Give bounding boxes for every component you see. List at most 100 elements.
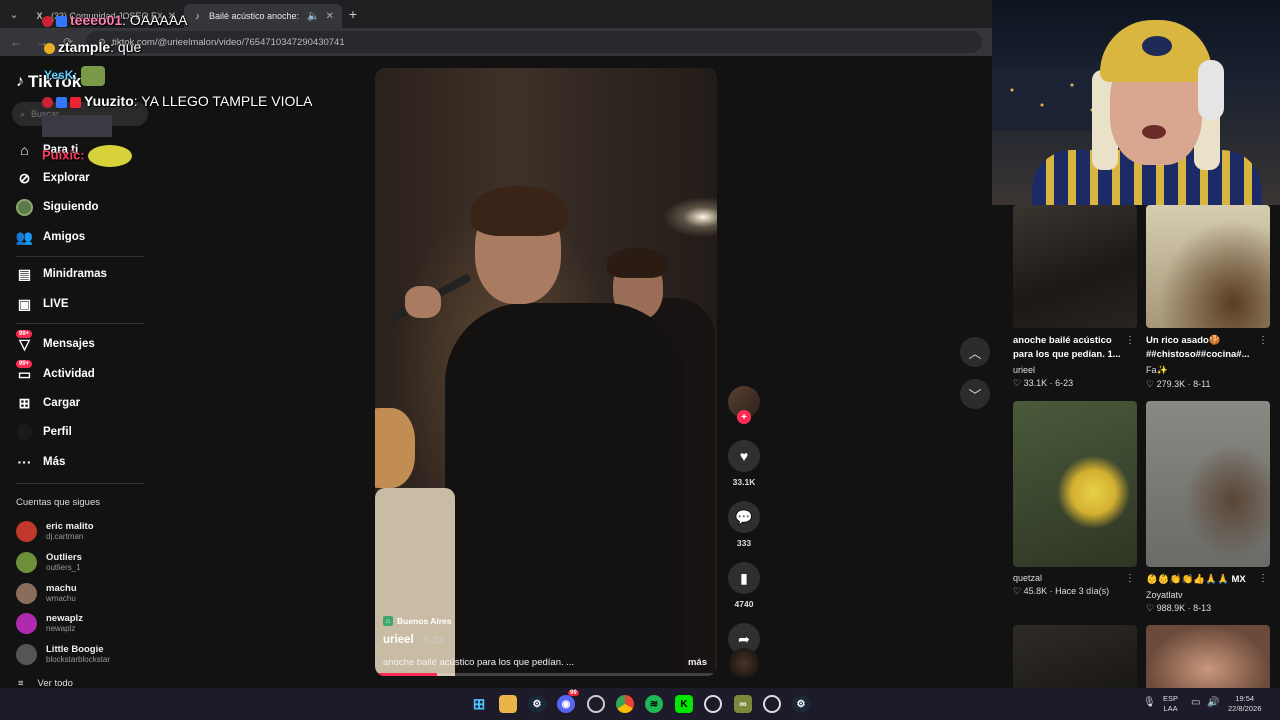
chat-message: teeeo01: OAAAAA [42,12,188,28]
video-meta: ♡ 45.8K · Hace 3 día(s) [1013,586,1110,596]
steam-icon[interactable]: ⚙ [528,695,546,713]
chat-message: YesK: [44,66,105,86]
save-count: 4740 [734,599,754,609]
emote-icon [42,115,112,137]
new-tab-button[interactable]: + [342,6,364,22]
like-count: 33.1K [1023,378,1048,388]
previous-video-button[interactable]: ︿ [960,337,990,367]
messages-icon: ▽ 99+ [16,329,33,353]
clock[interactable]: 19:54 22/8/2026 [1228,694,1261,714]
more-options-icon[interactable]: ⋮ [1258,335,1268,346]
chrome-icon[interactable] [616,695,634,713]
creator-avatar[interactable]: + [728,386,760,424]
location-tag[interactable]: ⌂ Buenos Aires [383,616,451,626]
following-account[interactable]: eric malito dj.cartman [16,518,146,544]
recommended-video[interactable]: ⋮ quetzal ♡ 45.8K · Hace 3 día(s) [1013,401,1137,597]
video-caption-row: anoche bailé acústico para los que pedía… [383,657,707,668]
emote-icon [88,145,133,167]
nav-cargar[interactable]: ⊞ Cargar [16,392,146,414]
music-disc-icon[interactable] [729,648,759,678]
recommended-video[interactable] [1146,625,1270,688]
avatar [16,643,37,665]
more-options-icon[interactable]: ⋮ [1258,573,1268,584]
video-player[interactable]: ⌂ Buenos Aires urieel · 6-23 anoche bail… [375,68,717,676]
video-title: Un rico asado🍪 ##chistoso##cocina#... [1146,335,1250,360]
following-account[interactable]: newaplz newaplz [16,610,146,636]
notification-badge: 99+ [16,359,33,368]
obs-icon[interactable] [587,695,605,713]
url-text: tiktok.com/@urieelmalon/video/7654710347… [112,36,345,48]
nav-mas[interactable]: ··· Más [16,451,146,473]
nav-explorar[interactable]: ⊘ Explorar [16,167,146,189]
following-account[interactable]: machu wmachu [16,580,146,606]
discord-icon[interactable]: ◉ 99 [557,690,579,713]
video-title: 👶👶👏👏👍🙏🙏 MX [1146,574,1246,585]
tab-title: Bailé acústico anoche: 1 mi [209,11,301,21]
close-icon[interactable]: ✕ [326,11,334,22]
tab-tiktok-video[interactable]: ♪ Bailé acústico anoche: 1 mi 🔈 ✕ [184,4,342,28]
chat-text: : YA LLEGO TAMPLE VIOLA [133,93,313,109]
kick-icon[interactable]: K [675,695,693,713]
windows-start-icon[interactable]: ⊞ [470,695,488,713]
chat-username: Puixic: [42,147,85,163]
streamer-mouth [1142,125,1166,139]
more-options-icon[interactable]: ⋮ [1125,573,1135,584]
app-c2-icon[interactable] [763,695,781,713]
account-handle: outliers_1 [46,562,81,572]
nav-minidramas[interactable]: ▤ Minidramas [16,263,146,285]
url-field[interactable]: ⚙ tiktok.com/@urieelmalon/video/76547103… [86,31,982,53]
follow-plus-icon[interactable]: + [737,410,751,424]
more-caption-button[interactable]: más [688,657,707,668]
recommended-video[interactable] [1013,625,1137,688]
back-arrow-icon[interactable]: ← [8,35,24,49]
chevron-down-icon: ﹀ [968,387,982,403]
video-author[interactable]: urieel [383,634,414,646]
lang-code: ESP [1163,694,1179,703]
recommended-video[interactable]: ⋮ anoche bailé acústico para los que ped… [1013,205,1137,389]
recommended-video[interactable]: ⋮ Un rico asado🍪 ##chistoso##cocina#... … [1146,205,1270,390]
nav-siguiendo[interactable]: Siguiendo [16,196,146,218]
nav-mensajes[interactable]: ▽ 99+ Mensajes [16,329,146,355]
video-meta: ♡ 279.3K · 8-11 [1146,379,1211,389]
like-button[interactable]: ♥ 33.1K [726,440,762,487]
friends-icon: 👥 [15,228,34,245]
comment-button[interactable]: 💬 333 [726,501,762,548]
desktop: ⌄ X (33) Comunidad JOSEO EXCLU ✕ ♪ Bailé… [0,0,1280,720]
profile-icon [16,424,33,441]
following-account[interactable]: Outliers outliers_1 [16,549,146,575]
recommended-video[interactable]: ⋮ 👶👶👏👏👍🙏🙏 MX Zoyatlatv ♡ 988.9K · 8-13 [1146,401,1270,614]
network-icon[interactable]: ▭ [1191,698,1200,708]
video-thumbnail [1146,401,1270,567]
video-progress-bar[interactable] [375,673,717,676]
account-handle: dj.cartman [46,531,84,541]
tiktok-favicon-icon: ♪ [195,11,200,21]
speaker-icon[interactable]: 🔈 [307,11,319,22]
spotify-icon[interactable]: ≋ [645,695,663,713]
app-overlay-icon[interactable]: ∞ [734,695,752,713]
nav-live[interactable]: ▣ LIVE [16,293,146,315]
avatar [16,582,37,604]
file-explorer-icon[interactable] [499,695,517,713]
minidramas-icon: ▤ [17,265,32,282]
language-indicator[interactable]: ESP LAA [1163,694,1178,714]
microphone-icon[interactable]: 🎙 [1143,698,1156,708]
tiktok-page: ♪ TikTok ⌕ Buscar ⌂ Para ti ⊘ Explorar S… [0,56,992,689]
volume-icon[interactable]: 🔊 [1207,698,1219,708]
nav-actividad[interactable]: ▭ 99+ Actividad [16,359,146,385]
nav-label: Más [43,456,66,468]
app-c-icon[interactable] [704,695,722,713]
tab-search-chevron-icon[interactable]: ⌄ [2,3,26,25]
save-button[interactable]: ▮ 4740 [726,562,762,609]
more-options-icon[interactable]: ⋮ [1125,335,1135,346]
video-thumbnail [1146,625,1270,688]
nav-amigos[interactable]: 👥 Amigos [16,226,146,248]
following-account[interactable]: Little Boogie blockstarblockstar [16,641,146,667]
chat-badges [42,96,81,108]
next-video-button[interactable]: ﹀ [960,379,990,409]
steam-icon[interactable]: ⚙ [792,695,810,713]
nav-perfil[interactable]: Perfil [16,421,146,443]
search-icon: ⌕ [20,108,26,119]
account-handle: blockstarblockstar [46,654,111,664]
nav-label: Actividad [43,368,95,380]
nav-label: Explorar [43,172,90,184]
